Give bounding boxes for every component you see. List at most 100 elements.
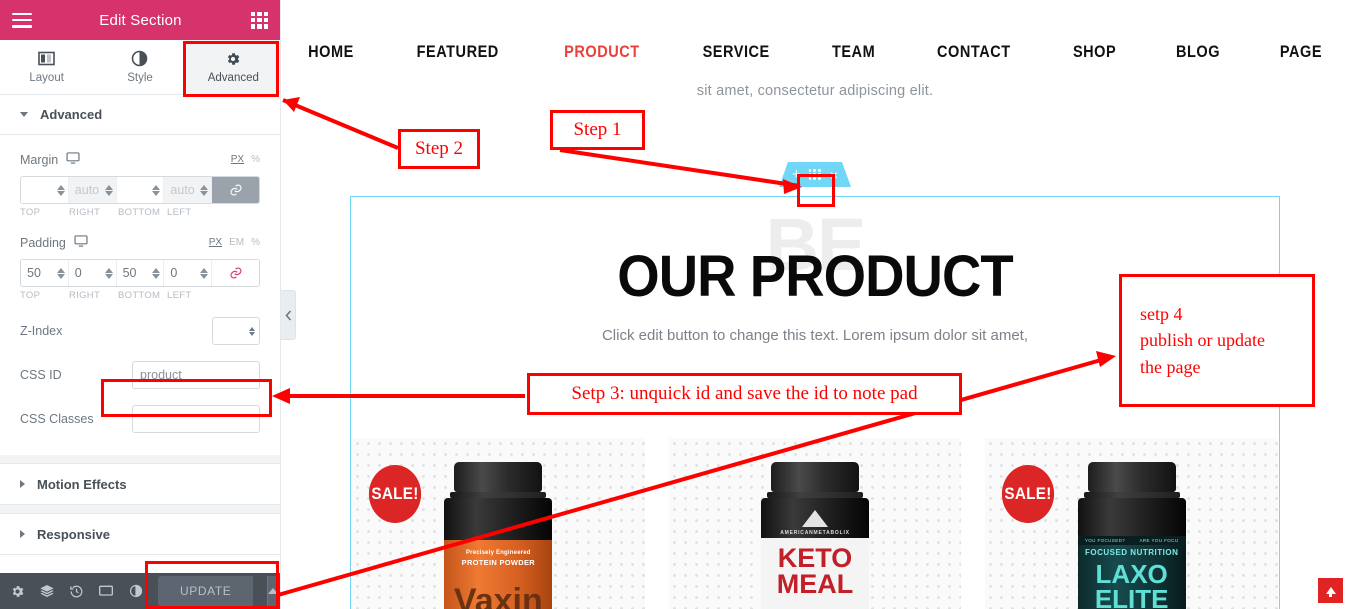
product-strip: YOU FOCUSED? ARE YOU FOCU [1077,536,1186,545]
padding-label-top: TOP [20,290,41,301]
brand-logo-icon [802,510,828,527]
padding-right-input[interactable] [68,260,105,286]
tab-layout[interactable]: Layout [0,40,93,94]
product-card[interactable]: AMERICANMETABOLIX KETO MEAL [668,438,962,609]
nav-item-product[interactable]: PRODUCT [540,43,663,62]
annotation-highlight-update-button [145,561,279,609]
product-name-line1: KETO [777,543,853,573]
product-tagline: Precisely Engineered [465,550,531,556]
padding-left-stepper[interactable] [200,267,211,279]
preview-eye-icon[interactable] [128,583,144,599]
z-index-stepper[interactable] [249,326,259,336]
product-bottle-image: AMERICANMETABOLIX KETO MEAL [761,462,869,609]
annotation-step-2-text: Step 2 [414,138,464,159]
margin-right-input[interactable] [68,177,105,203]
margin-left-cell [164,177,213,203]
margin-inputs [20,176,260,204]
padding-right-stepper[interactable] [104,267,116,279]
css-classes-label: CSS Classes [20,412,94,426]
nav-item-service[interactable]: SERVICE [679,43,794,62]
annotation-highlight-section-handle [797,174,835,207]
nav-item-page[interactable]: PAGE [1256,43,1346,62]
annotation-step-3: Setp 3: unquick id and save the id to no… [527,373,962,415]
margin-units: PX % [231,154,260,165]
accordion-responsive-label: Responsive [37,526,110,542]
margin-left-stepper[interactable] [200,184,211,196]
margin-bottom-input[interactable] [116,177,153,203]
padding-unit-px[interactable]: PX [209,237,222,248]
margin-top-stepper[interactable] [56,184,68,196]
margin-unit-px[interactable]: PX [231,154,244,165]
divider [0,455,280,463]
margin-top-input[interactable] [21,177,57,203]
z-index-input[interactable] [213,319,249,343]
panel-collapse-handle[interactable] [281,290,296,340]
nav-item-blog[interactable]: BLOG [1152,43,1244,62]
padding-unit-em[interactable]: EM [229,237,244,248]
accordion-motion-effects[interactable]: Motion Effects [0,463,280,505]
product-card[interactable]: SALE! YOU FOCUSED? ARE YOU FOCU FOCUSED … [985,438,1279,609]
nav-item-team[interactable]: TEAM [808,43,899,62]
margin-right-stepper[interactable] [104,184,116,196]
grid-icon[interactable] [251,11,268,29]
nav-item-contact[interactable]: CONTACT [913,43,1034,62]
margin-label-group: Margin [20,151,80,168]
padding-label: Padding [20,235,66,250]
margin-bottom-stepper[interactable] [152,184,163,196]
margin-link-values-toggle[interactable] [212,177,259,203]
padding-label-spacer [216,290,260,301]
annotation-step-3-text: Setp 3: unquick id and save the id to no… [571,383,918,404]
layers-navigator-icon[interactable] [39,583,55,599]
padding-top-input[interactable] [21,260,57,286]
padding-left-input[interactable] [164,260,201,286]
nav-item-featured[interactable]: FEATURED [393,43,523,62]
chevron-down-icon [20,112,28,117]
desktop-device-icon[interactable] [74,234,88,251]
back-to-top-button[interactable] [1318,578,1343,603]
padding-bottom-input[interactable] [116,260,153,286]
margin-label-bottom: BOTTOM [118,207,161,218]
padding-bottom-stepper[interactable] [152,267,163,279]
history-icon[interactable] [69,584,84,599]
margin-left-input[interactable] [164,177,201,203]
sale-badge: SALE! [368,465,422,523]
advanced-section-header[interactable]: Advanced [0,95,280,135]
annotation-highlight-advanced-tab [183,41,279,97]
padding-right-cell [68,260,117,286]
product-brand: AMERICANMETABOLIX [780,530,850,536]
padding-link-values-toggle[interactable] [212,260,259,286]
nav-item-shop[interactable]: SHOP [1049,43,1140,62]
settings-gear-icon[interactable] [10,584,25,599]
padding-left-cell [164,260,213,286]
margin-label-top: TOP [20,207,41,218]
padding-bottom-cell [116,260,165,286]
padding-top-stepper[interactable] [56,267,68,279]
accordion-responsive[interactable]: Responsive [0,513,280,555]
padding-unit-percent[interactable]: % [251,237,260,248]
z-index-field [212,317,260,345]
desktop-device-icon[interactable] [66,151,80,168]
margin-bottom-cell [116,177,165,203]
elementor-editor-screen: Edit Section Layout Style Advanced Advan… [0,0,1349,609]
product-name: Vaxin [453,582,543,609]
hamburger-menu-icon[interactable] [12,12,32,28]
product-bottle-image: Precisely Engineered PROTEIN POWDER Vaxi… [444,462,553,609]
responsive-mode-icon[interactable] [98,583,114,599]
panel-header: Edit Section [0,0,280,40]
padding-label-bottom: BOTTOM [118,290,161,301]
product-bottle-image: YOU FOCUSED? ARE YOU FOCU FOCUSED NUTRIT… [1077,462,1186,609]
tab-style[interactable]: Style [93,40,186,94]
previous-section-text: sit amet, consectetur adipiscing elit. [696,83,934,99]
product-type: PROTEIN POWDER [461,558,536,567]
margin-unit-percent[interactable]: % [251,154,260,165]
css-id-label: CSS ID [20,368,62,382]
annotation-step-4: setp 4 publish or update the page [1119,274,1315,407]
margin-label: Margin [20,152,59,167]
annotation-highlight-css-id [101,379,272,417]
z-index-label: Z-Index [20,324,63,338]
product-card[interactable]: SALE! Precisely Engineered PROTEIN POWDE… [352,438,645,609]
layout-columns-icon [38,50,55,67]
annotation-step-2: Step 2 [398,129,480,169]
nav-item-home[interactable]: HOME [285,43,378,62]
product-cards: SALE! Precisely Engineered PROTEIN POWDE… [352,438,1279,609]
